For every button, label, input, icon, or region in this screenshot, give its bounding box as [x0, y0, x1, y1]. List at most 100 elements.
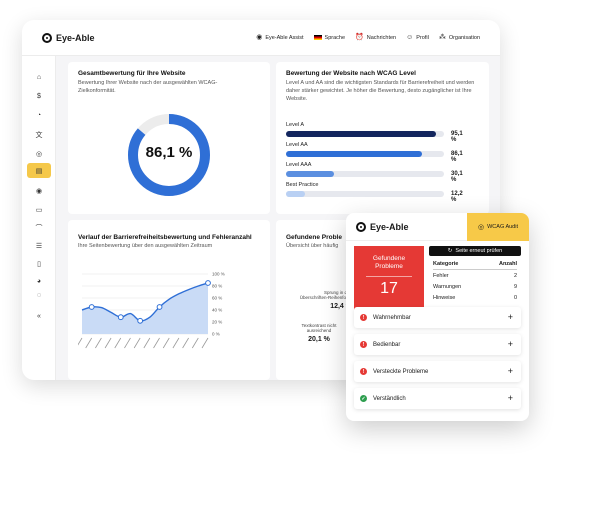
nav-label: Nachrichten: [366, 34, 397, 41]
y-tick-label: 40 %: [212, 308, 222, 313]
sidebar-item-target[interactable]: ◉: [27, 183, 51, 198]
sidebar-item-file[interactable]: ▯: [27, 256, 51, 271]
broadcast-icon: ◎: [35, 150, 43, 158]
tab-wcag-audit[interactable]: ◎ WCAG Audit: [467, 213, 529, 241]
sidebar-item-audit[interactable]: ▤: [27, 163, 51, 178]
target-icon: ◉: [35, 187, 43, 195]
audit-window: Eye-Able ◎ WCAG Audit Gefundene Probleme…: [346, 213, 529, 421]
sidebar-item-chat[interactable]: ◌: [27, 288, 51, 303]
sidebar-item-broadcast[interactable]: ◎: [27, 146, 51, 161]
x-tick-label: [133, 337, 141, 349]
level-bar-fill: [286, 171, 334, 177]
x-tick-label: [191, 337, 199, 349]
accordion-label: Bedienbar: [373, 341, 401, 348]
broadcast-icon: ◎: [478, 224, 485, 231]
table-row: Hinweise 0: [433, 292, 517, 303]
found-label: Gefundene Probleme: [354, 255, 424, 272]
level-label: Level AAA: [286, 162, 312, 168]
nav-profil[interactable]: ☺ Profil: [406, 34, 429, 41]
brand-name: Eye-Able: [370, 222, 409, 232]
sidebar-item-home[interactable]: ⌂: [27, 70, 51, 85]
clipboard-icon: ▤: [35, 167, 43, 175]
sidebar-item-pie[interactable]: ◕: [27, 274, 51, 289]
category-cell: Fehler: [433, 272, 449, 279]
nav-eye-able-assist[interactable]: ◉ Eye-Able Assist: [256, 34, 303, 41]
y-tick-label: 100 %: [212, 272, 225, 277]
x-tick-label: [95, 337, 102, 349]
recheck-page-button[interactable]: ↻ Seite erneut prüfen: [429, 246, 521, 256]
found-label-line: Gefundene: [372, 255, 406, 262]
x-tick-label: [172, 337, 180, 349]
audit-header: Eye-Able ◎ WCAG Audit: [346, 213, 529, 241]
accordion-label: Verständlich: [373, 395, 406, 402]
brand-logo[interactable]: Eye-Able: [42, 32, 95, 43]
score-value: 86,1 %: [145, 144, 193, 161]
eye-able-logo-icon: [356, 222, 366, 232]
level-label: Best Practice: [286, 182, 319, 188]
accordion-wahrnehmbar[interactable]: ! Wahrnehmbar +: [354, 307, 521, 328]
table-row: Warnungen 9: [433, 281, 517, 292]
card-title: Bewertung der Website nach WCAG Level: [286, 70, 416, 77]
chart-icon: ⌒: [35, 224, 43, 232]
nav-sprache[interactable]: Sprache: [313, 34, 345, 41]
data-point[interactable]: [156, 304, 163, 310]
column-header: Kategorie: [433, 261, 459, 267]
level-bar-fill: [286, 151, 423, 157]
level-bar-fill: [286, 131, 437, 137]
found-problems-box: Gefundene Probleme 17: [354, 246, 424, 310]
sidebar-item-document[interactable]: ▭: [27, 202, 51, 217]
german-flag-icon: [313, 35, 322, 40]
level-row: Level AAA 30,1 %: [286, 162, 466, 183]
level-label: Level A: [286, 122, 305, 128]
data-point[interactable]: [117, 314, 124, 321]
card-title: Verlauf der Barrierefreiheitsbewertung u…: [78, 234, 252, 241]
dollar-icon: $: [37, 93, 41, 100]
level-row: Level AA 86,1 %: [286, 142, 466, 163]
top-bar: Eye-Able ◉ Eye-Able Assist Sprache ⏰ Nac…: [22, 20, 500, 56]
level-bar-track: [286, 131, 444, 137]
nav-nachrichten[interactable]: ⏰ Nachrichten: [355, 34, 396, 41]
refresh-icon: ↻: [447, 248, 453, 254]
sidebar-item-dashboard[interactable]: ◔: [27, 108, 51, 123]
accordion-verstaendlich[interactable]: ✓ Verständlich +: [354, 388, 521, 409]
card-subtitle: Übersicht über häufig: [286, 243, 339, 249]
sidebar-item-translate[interactable]: 文: [27, 127, 51, 142]
card-title: Gesamtbewertung für Ihre Website: [78, 70, 186, 77]
user-icon: ☺: [406, 34, 414, 41]
sidebar: ⌂ $ ◔ 文 ◎ ▤ ◉ ▭ ⌒ ☰ ▯ ◕ ◌ «: [22, 56, 56, 380]
audit-brand-logo[interactable]: Eye-Able: [356, 222, 409, 232]
alarm-icon: ⏰: [355, 34, 364, 41]
sidebar-collapse[interactable]: «: [27, 309, 51, 324]
x-tick-label: [182, 337, 189, 349]
table-row: Fehler 2: [433, 270, 517, 281]
nav-organisation[interactable]: ⁂ Organisation: [439, 34, 480, 41]
level-value: 12,2 %: [451, 191, 463, 203]
column-header: Anzahl: [498, 261, 517, 267]
sidebar-item-chart[interactable]: ⌒: [27, 220, 51, 235]
data-point[interactable]: [205, 280, 211, 286]
collapse-icon: «: [37, 313, 41, 320]
category-table: Kategorie Anzahl Fehler 2 Warnungen 9 Hi…: [433, 259, 517, 303]
table-header: Kategorie Anzahl: [433, 259, 517, 270]
score-area: [82, 283, 208, 334]
list-icon: ☰: [35, 242, 43, 250]
count-cell: 2: [513, 272, 517, 279]
gauge-icon: ◔: [36, 112, 42, 119]
sidebar-item-billing[interactable]: $: [27, 89, 51, 104]
eye-able-logo-icon: [42, 32, 52, 43]
card-subtitle: Bewertung Ihrer Website nach der ausgewä…: [78, 80, 218, 94]
error-icon: !: [360, 314, 367, 321]
chat-icon: ◌: [36, 292, 42, 299]
level-row: Level A 95,1 %: [286, 122, 466, 143]
y-tick-label: 80 %: [212, 284, 222, 289]
accordion-bedienbar[interactable]: ! Bedienbar +: [354, 334, 521, 355]
expand-icon: +: [507, 339, 513, 349]
assist-icon: ◉: [256, 34, 263, 41]
accordion-versteckte-probleme[interactable]: ! Versteckte Probleme +: [354, 361, 521, 382]
card-subtitle: Level A und AA sind die wichtigsten Stan…: [286, 80, 475, 102]
issue-value: 12,4 %: [330, 303, 352, 310]
x-tick-label: [78, 337, 83, 346]
data-point[interactable]: [137, 317, 144, 324]
sidebar-item-list[interactable]: ☰: [27, 238, 51, 253]
data-point[interactable]: [88, 304, 95, 310]
